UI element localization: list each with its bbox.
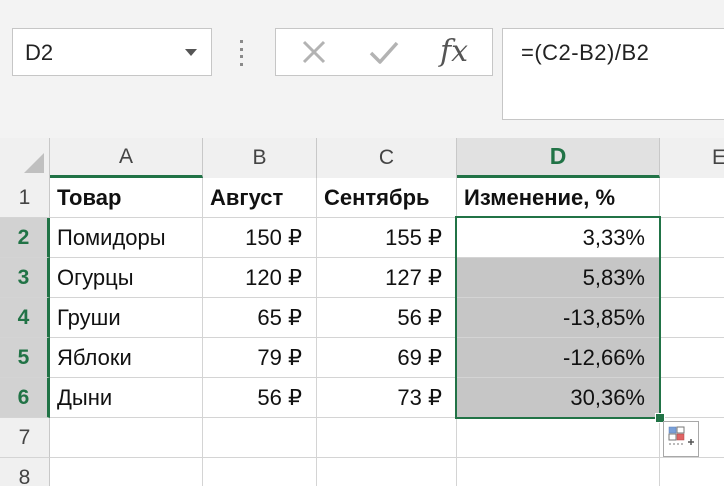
column-headers: A B C D E: [0, 138, 724, 179]
quick-analysis-button[interactable]: [663, 421, 699, 457]
cell-a4[interactable]: Груши: [50, 298, 203, 338]
row-header-1[interactable]: 1: [0, 178, 50, 218]
cell-c4[interactable]: 56 ₽: [317, 298, 457, 338]
cell-c3[interactable]: 127 ₽: [317, 258, 457, 298]
column-header-e[interactable]: E: [660, 138, 724, 178]
spreadsheet-window: D2 fx =(C2-B2)/B2 A B C D E 1 2 3 4 5 6 …: [0, 0, 724, 486]
cell-c1[interactable]: Сентябрь: [317, 178, 457, 218]
row-header-5[interactable]: 5: [0, 338, 50, 378]
formula-bar-area: D2 fx =(C2-B2)/B2: [0, 0, 724, 139]
enter-button[interactable]: [354, 29, 414, 75]
cell-d1[interactable]: Изменение, %: [457, 178, 660, 218]
cell-b2[interactable]: 150 ₽: [203, 218, 317, 258]
cell-c6[interactable]: 73 ₽: [317, 378, 457, 418]
cell-d3[interactable]: 5,83%: [457, 258, 660, 298]
row-header-2[interactable]: 2: [0, 218, 50, 258]
formula-buttons: fx: [275, 28, 493, 76]
chevron-down-icon[interactable]: [185, 49, 197, 56]
cell-b3[interactable]: 120 ₽: [203, 258, 317, 298]
cancel-button[interactable]: [284, 29, 344, 75]
cell-c8[interactable]: [317, 458, 457, 486]
cell-e8[interactable]: [660, 458, 724, 486]
column-header-b[interactable]: B: [203, 138, 317, 178]
cell-a6[interactable]: Дыни: [50, 378, 203, 418]
cell-b7[interactable]: [203, 418, 317, 458]
cell-c5[interactable]: 69 ₽: [317, 338, 457, 378]
cell-a5[interactable]: Яблоки: [50, 338, 203, 378]
cell-a1[interactable]: Товар: [50, 178, 203, 218]
cell-a2[interactable]: Помидоры: [50, 218, 203, 258]
grip-handle-icon[interactable]: [240, 40, 243, 66]
function-fx-icon: fx: [439, 34, 469, 69]
row-header-7[interactable]: 7: [0, 418, 50, 458]
cell-b5[interactable]: 79 ₽: [203, 338, 317, 378]
cell-e1[interactable]: [660, 178, 724, 218]
cell-a7[interactable]: [50, 418, 203, 458]
cell-e3[interactable]: [660, 258, 724, 298]
cell-d5[interactable]: -12,66%: [457, 338, 660, 378]
name-box-value: D2: [25, 40, 54, 65]
formula-text: =(C2-B2)/B2: [521, 40, 650, 65]
cell-d2[interactable]: 3,33%: [457, 218, 660, 258]
insert-function-button[interactable]: fx: [424, 29, 484, 75]
column-header-d[interactable]: D: [457, 138, 660, 178]
name-box[interactable]: D2: [12, 28, 212, 76]
cell-e4[interactable]: [660, 298, 724, 338]
row-header-3[interactable]: 3: [0, 258, 50, 298]
cell-b8[interactable]: [203, 458, 317, 486]
cell-d6[interactable]: 30,36%: [457, 378, 660, 418]
select-all-corner[interactable]: [0, 138, 50, 178]
cell-c7[interactable]: [317, 418, 457, 458]
cell-a8[interactable]: [50, 458, 203, 486]
cell-e5[interactable]: [660, 338, 724, 378]
check-icon: [369, 41, 399, 64]
cell-b6[interactable]: 56 ₽: [203, 378, 317, 418]
cell-e6[interactable]: [660, 378, 724, 418]
formula-input[interactable]: =(C2-B2)/B2: [502, 28, 724, 120]
cell-d8[interactable]: [457, 458, 660, 486]
select-all-triangle-icon: [24, 153, 44, 173]
column-header-c[interactable]: C: [317, 138, 457, 178]
cell-d4[interactable]: -13,85%: [457, 298, 660, 338]
cell-b4[interactable]: 65 ₽: [203, 298, 317, 338]
cell-d7[interactable]: [457, 418, 660, 458]
row-header-8[interactable]: 8: [0, 458, 50, 486]
row-header-4[interactable]: 4: [0, 298, 50, 338]
cell-a3[interactable]: Огурцы: [50, 258, 203, 298]
cancel-x-icon: [302, 40, 326, 64]
row-header-6[interactable]: 6: [0, 378, 50, 418]
column-header-a[interactable]: A: [50, 138, 203, 178]
cell-b1[interactable]: Август: [203, 178, 317, 218]
spreadsheet-grid: A B C D E 1 2 3 4 5 6 7 8 Товар Август С…: [0, 138, 724, 486]
cell-c2[interactable]: 155 ₽: [317, 218, 457, 258]
cell-e2[interactable]: [660, 218, 724, 258]
quick-analysis-icon: [668, 426, 694, 445]
